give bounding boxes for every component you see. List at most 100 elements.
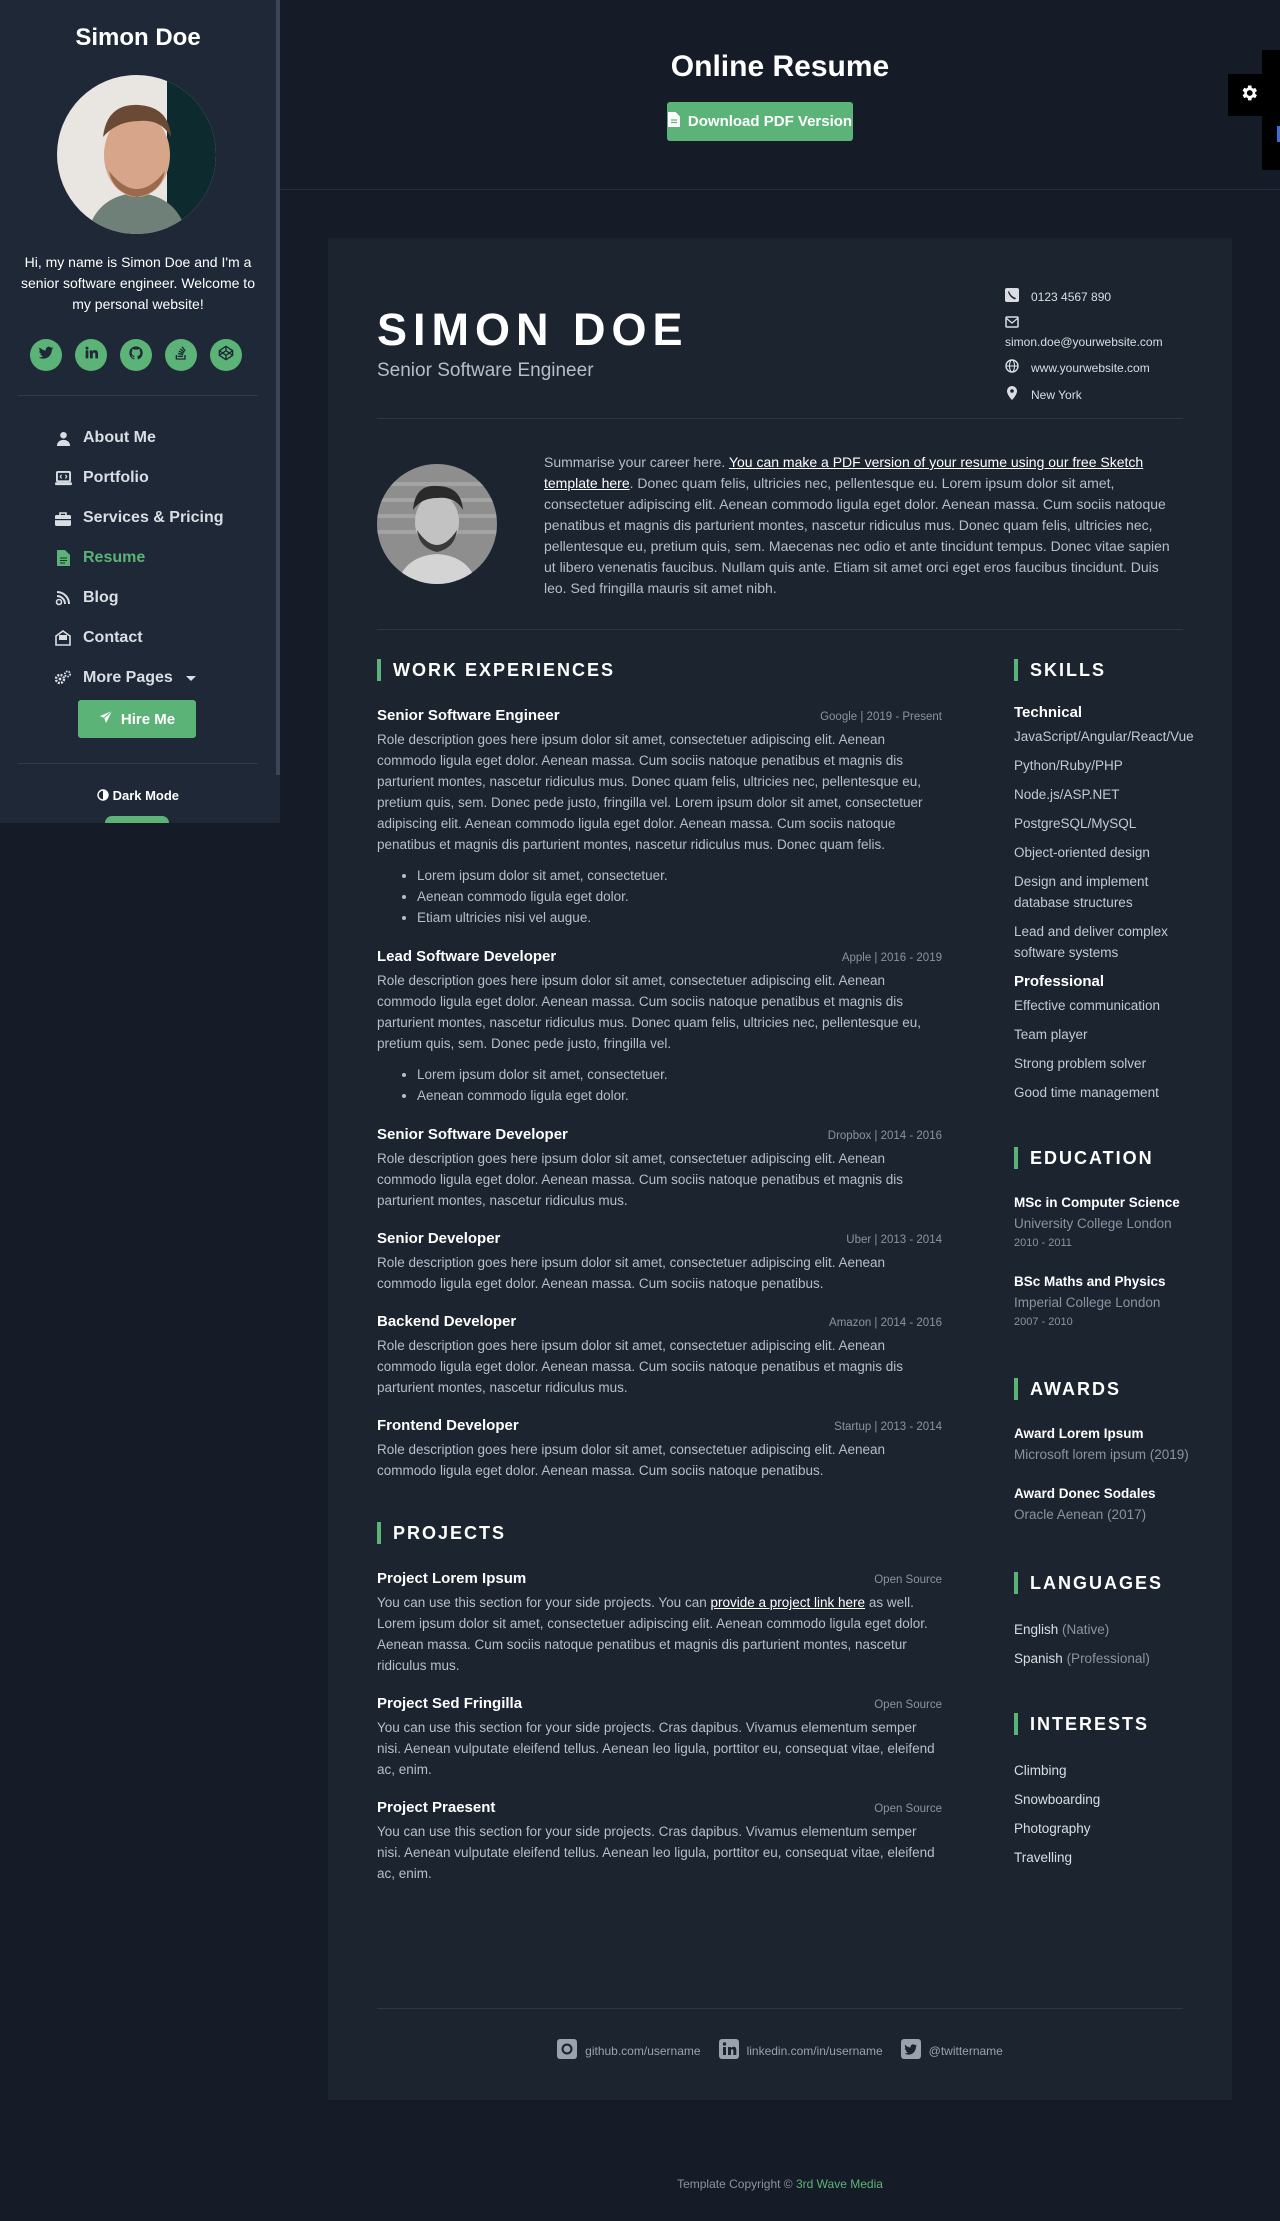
project-title: Project Lorem Ipsum bbox=[377, 1570, 527, 1587]
hire-me-button[interactable]: Hire Me bbox=[78, 700, 196, 738]
nav-item-blog[interactable]: Blog bbox=[54, 578, 224, 618]
codepen-link[interactable] bbox=[210, 339, 242, 371]
section-bar bbox=[1014, 1572, 1018, 1594]
language-name: Spanish bbox=[1014, 1651, 1063, 1666]
linkedin-profile-link[interactable]: linkedin.com/in/username bbox=[718, 2039, 883, 2062]
project-link[interactable]: provide a project link here bbox=[710, 1595, 865, 1610]
project-meta: Open Source bbox=[874, 1699, 942, 1711]
job-meta: Amazon | 2014 - 2016 bbox=[829, 1317, 942, 1329]
stack-overflow-link[interactable] bbox=[165, 339, 197, 371]
job-item: Lead Software Developer Apple | 2016 - 20… bbox=[377, 948, 942, 1106]
job-meta: Google | 2019 - Present bbox=[820, 711, 942, 723]
interests-heading: INTERESTS bbox=[1014, 1712, 1204, 1736]
github-icon bbox=[557, 2039, 578, 2062]
twitter-label: @twittername bbox=[928, 2043, 1003, 2058]
skill-item: PostgreSQL/MySQL bbox=[1014, 816, 1137, 831]
summary-text: . Donec quam felis, ultricies nec, pelle… bbox=[544, 475, 1170, 596]
education-item: MSc in Computer Science University Colle… bbox=[1014, 1192, 1204, 1252]
website-link[interactable]: www.yourwebsite.com bbox=[1031, 359, 1150, 377]
project-title: Project Praesent bbox=[377, 1799, 496, 1816]
phone-link[interactable]: 0123 4567 890 bbox=[1031, 288, 1111, 306]
style-switcher-toggle[interactable] bbox=[1228, 74, 1270, 116]
avatar bbox=[57, 75, 216, 234]
school: University College London bbox=[1014, 1216, 1172, 1231]
page-header: Online Resume Download PDF Version bbox=[280, 0, 1280, 190]
adjust-icon bbox=[97, 788, 109, 803]
project-meta: Open Source bbox=[874, 1574, 942, 1586]
laptop-code-icon bbox=[54, 469, 72, 487]
download-label: Download PDF Version bbox=[687, 113, 853, 130]
divider bbox=[377, 418, 1183, 419]
job-title: Senior Software Developer bbox=[377, 1126, 568, 1143]
nav-item-contact[interactable]: Contact bbox=[54, 618, 224, 658]
skill-item: Node.js/ASP.NET bbox=[1014, 787, 1120, 802]
projects-heading: PROJECTS bbox=[377, 1521, 942, 1545]
award-name: Award Donec Sodales bbox=[1014, 1486, 1156, 1501]
years: 2007 - 2010 bbox=[1014, 1316, 1073, 1328]
nav-label: Contact bbox=[83, 629, 143, 646]
nav-item-portfolio[interactable]: Portfolio bbox=[54, 458, 224, 498]
job-description: Role description goes here ipsum dolor s… bbox=[377, 973, 922, 1051]
brand-link[interactable]: 3rd Wave Media bbox=[796, 2177, 883, 2191]
summary-text: Summarise your career here. bbox=[544, 454, 729, 470]
file-icon bbox=[54, 549, 72, 567]
gear-icon bbox=[1239, 83, 1259, 108]
github-profile-link[interactable]: github.com/username bbox=[557, 2039, 701, 2062]
job-bullets: Lorem ipsum dolor sit amet, consectetuer… bbox=[417, 865, 942, 928]
stack-overflow-icon bbox=[173, 345, 189, 366]
project-meta: Open Source bbox=[874, 1803, 942, 1815]
section-title: PROJECTS bbox=[393, 1522, 507, 1543]
twitter-link[interactable] bbox=[30, 339, 62, 371]
contact-website: www.yourwebsite.com bbox=[1005, 359, 1163, 378]
skill-item: Effective communication bbox=[1014, 998, 1161, 1013]
social-links bbox=[30, 339, 242, 371]
linkedin-label: linkedin.com/in/username bbox=[746, 2043, 883, 2058]
envelope-icon bbox=[1005, 315, 1019, 333]
job-meta: Apple | 2016 - 2019 bbox=[841, 952, 942, 964]
contact-email: simon.doe@yourwebsite.com bbox=[1005, 315, 1163, 351]
nav-item-about-me[interactable]: About Me bbox=[54, 418, 224, 458]
skill-item: Object-oriented design bbox=[1014, 845, 1150, 860]
github-link[interactable] bbox=[120, 339, 152, 371]
linkedin-link[interactable] bbox=[75, 339, 107, 371]
twitter-profile-link[interactable]: @twittername bbox=[900, 2039, 1003, 2062]
language-item: English (Native) bbox=[1014, 1619, 1204, 1640]
nav-item-services-pricing[interactable]: Services & Pricing bbox=[54, 498, 224, 538]
resume-tagline: Senior Software Engineer bbox=[377, 360, 594, 381]
skills-heading: SKILLS bbox=[1014, 658, 1204, 682]
award-detail: Microsoft lorem ipsum (2019) bbox=[1014, 1447, 1189, 1462]
contact-location: New York bbox=[1005, 386, 1163, 405]
job-bullets: Lorem ipsum dolor sit amet, consectetuer… bbox=[417, 1064, 942, 1106]
section-bar bbox=[377, 659, 381, 681]
codepen-icon bbox=[218, 345, 234, 366]
location-text: New York bbox=[1031, 388, 1082, 402]
dark-mode-toggle[interactable] bbox=[105, 816, 169, 823]
project-description: You can use this section for your side p… bbox=[377, 1592, 942, 1676]
bullet-item: Aenean commodo ligula eget dolor. bbox=[417, 886, 942, 907]
dark-mode-label: Dark Mode bbox=[0, 788, 276, 803]
award-item: Award Donec Sodales Oracle Aenean (2017) bbox=[1014, 1483, 1204, 1525]
job-meta: Startup | 2013 - 2014 bbox=[834, 1421, 942, 1433]
map-marker-icon bbox=[1005, 386, 1019, 405]
job-title: Lead Software Developer bbox=[377, 948, 557, 965]
sidebar-bio: Hi, my name is Simon Doe and I'm a senio… bbox=[21, 254, 255, 312]
side-column: SKILLS Technical JavaScript/Angular/Reac… bbox=[1014, 658, 1204, 1876]
nav-item-resume[interactable]: Resume bbox=[54, 538, 224, 578]
language-level: (Native) bbox=[1062, 1622, 1110, 1637]
linkedin-icon bbox=[83, 345, 99, 366]
job-meta: Dropbox | 2014 - 2016 bbox=[827, 1130, 942, 1142]
phone-icon bbox=[1005, 288, 1019, 307]
resume-footer-links: github.com/username linkedin.com/in/user… bbox=[328, 2039, 1232, 2062]
job-title: Frontend Developer bbox=[377, 1417, 519, 1434]
email-link[interactable]: simon.doe@yourwebsite.com bbox=[1005, 333, 1163, 351]
job-item: Senior Software Developer Dropbox | 2014 … bbox=[377, 1126, 942, 1211]
nav-item-more-pages[interactable]: More Pages bbox=[54, 658, 224, 698]
skill-item: Good time management bbox=[1014, 1085, 1159, 1100]
interest-item: Travelling bbox=[1014, 1850, 1073, 1865]
nav-label: Portfolio bbox=[83, 469, 149, 486]
job-item: Backend Developer Amazon | 2014 - 2016 Ro… bbox=[377, 1313, 942, 1398]
project-text: You can use this section for your side p… bbox=[377, 1595, 711, 1610]
download-pdf-button[interactable]: Download PDF Version bbox=[667, 102, 853, 141]
skills-technical-heading: Technical bbox=[1014, 704, 1083, 721]
bullet-item: Lorem ipsum dolor sit amet, consectetuer… bbox=[417, 865, 942, 886]
